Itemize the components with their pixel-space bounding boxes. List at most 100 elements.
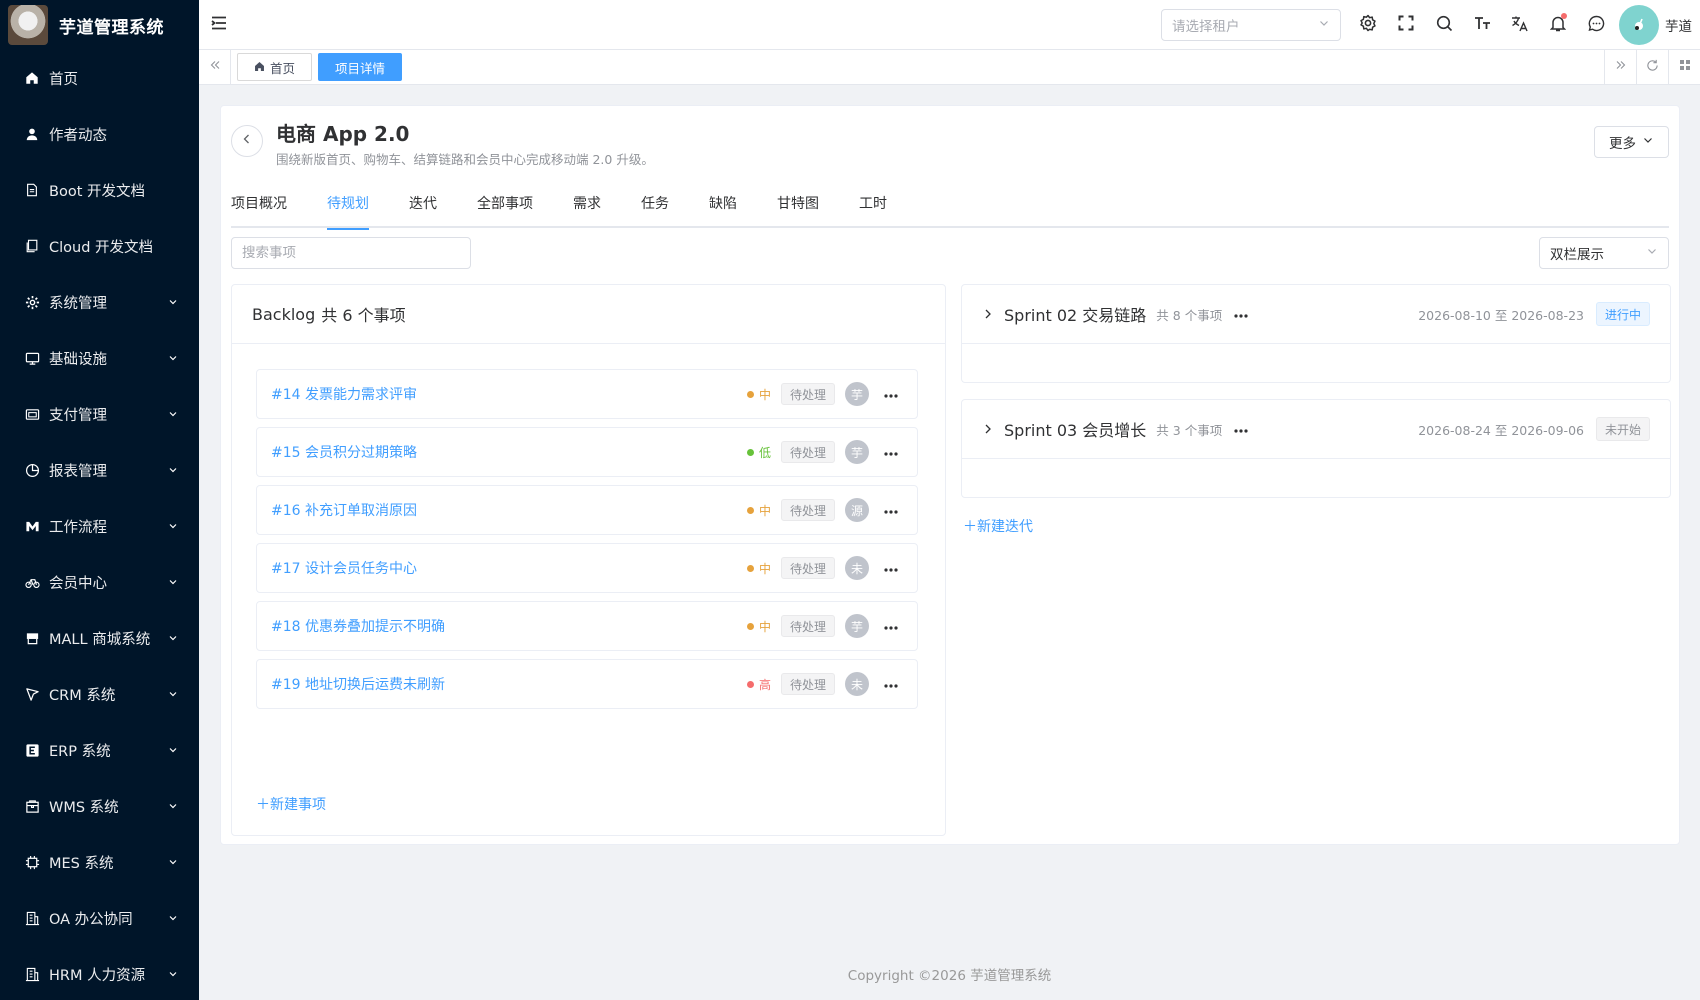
priority-dot <box>746 448 754 456</box>
priority-label: 中 <box>758 619 771 634</box>
tenant-select[interactable]: 请选择租户 <box>1161 9 1341 41</box>
sidebar-item-erp[interactable]: ERP 系统 <box>0 722 199 778</box>
more-actions-button[interactable] <box>879 676 903 692</box>
tab-defects[interactable]: 缺陷 <box>709 180 737 228</box>
user-menu[interactable]: 芋道 <box>1619 5 1692 45</box>
tab-iterations[interactable]: 迭代 <box>409 180 437 228</box>
tag-project-detail[interactable]: 项目详情 <box>318 53 403 81</box>
sprint-header[interactable]: Sprint 03 会员增长 共 3 个事项 2026-08-24 至 2026… <box>962 400 1670 459</box>
avatar <box>1619 5 1659 45</box>
tab-requirements[interactable]: 需求 <box>573 180 601 228</box>
sprint-dates: 2026-08-10 至 2026-08-23 <box>1418 307 1584 323</box>
project-detail-card: 电商 App 2.0 围绕新版首页、购物车、结算链路和会员中心完成移动端 2.0… <box>220 105 1680 845</box>
translate-icon <box>1511 15 1529 36</box>
priority-dot <box>746 390 754 398</box>
refresh-button[interactable] <box>1636 50 1668 84</box>
issue-title-link[interactable]: #16 补充订单取消原因 <box>271 500 747 520</box>
sidebar-item-pay[interactable]: 支付管理 <box>0 386 199 442</box>
sidebar-item-boot-docs[interactable]: Boot 开发文档 <box>0 162 199 218</box>
list-item[interactable]: #14 发票能力需求评审 中 待处理 芋 <box>256 369 918 419</box>
office-icon <box>24 910 40 926</box>
chevron-down-icon <box>167 408 179 420</box>
message-button[interactable] <box>1577 0 1615 50</box>
tab-gantt[interactable]: 甘特图 <box>777 180 819 228</box>
chevron-right-icon[interactable] <box>982 308 994 320</box>
sprint-more-button[interactable] <box>1234 306 1248 322</box>
chevron-down-icon <box>167 912 179 924</box>
status-badge: 待处理 <box>780 499 835 521</box>
issue-title-link[interactable]: #17 设计会员任务中心 <box>271 558 747 578</box>
list-item[interactable]: #15 会员积分过期策略 低 待处理 芋 <box>256 427 918 477</box>
sprint-title: Sprint 02 交易链路 <box>1004 306 1147 325</box>
sidebar-item-oa[interactable]: OA 办公协同 <box>0 890 199 946</box>
chevron-left-icon <box>241 133 253 149</box>
tab-tasks[interactable]: 任务 <box>641 180 669 228</box>
ellipsis-icon <box>884 618 898 634</box>
list-item[interactable]: #19 地址切换后运费未刷新 高 待处理 未 <box>256 659 918 709</box>
tab-worklog[interactable]: 工时 <box>859 180 887 228</box>
wallet-icon <box>24 406 40 422</box>
menu-toggle-button[interactable] <box>199 0 239 50</box>
view-mode-value: 双栏展示 <box>1550 247 1604 263</box>
sidebar-item-cloud-docs[interactable]: Cloud 开发文档 <box>0 218 199 274</box>
tab-overview[interactable]: 项目概况 <box>231 180 287 228</box>
tags-menu-button[interactable] <box>1668 50 1700 84</box>
sidebar-item-crm[interactable]: CRM 系统 <box>0 666 199 722</box>
issue-title-link[interactable]: #19 地址切换后运费未刷新 <box>271 674 747 694</box>
notification-button[interactable] <box>1539 0 1577 50</box>
notification-badge <box>1561 13 1567 19</box>
sidebar-item-label: 作者动态 <box>49 127 107 144</box>
view-mode-select[interactable]: 双栏展示 <box>1539 237 1669 269</box>
tag-home[interactable]: 首页 <box>237 53 313 81</box>
font-size-button[interactable] <box>1463 0 1501 50</box>
sidebar-item-wms[interactable]: WMS 系统 <box>0 778 199 834</box>
more-actions-button[interactable] <box>879 502 903 518</box>
new-sprint-button[interactable]: ＋新建迭代 <box>963 516 1033 536</box>
tab-all-items[interactable]: 全部事项 <box>477 180 533 228</box>
back-button[interactable] <box>231 125 263 157</box>
sidebar: 芋道管理系统 首页 作者动态 Boot 开发文档 Cloud 开发文档 系统管理… <box>0 0 199 1000</box>
sidebar-item-system[interactable]: 系统管理 <box>0 274 199 330</box>
sidebar-item-hrm[interactable]: HRM 人力资源 <box>0 946 199 1000</box>
list-item[interactable]: #18 优惠券叠加提示不明确 中 待处理 芋 <box>256 601 918 651</box>
search-button[interactable] <box>1425 0 1463 50</box>
issue-title-link[interactable]: #18 优惠券叠加提示不明确 <box>271 616 747 636</box>
ellipsis-icon <box>884 444 898 460</box>
more-actions-button[interactable] <box>879 560 903 576</box>
more-actions-button[interactable] <box>879 444 903 460</box>
user-name: 芋道 <box>1665 19 1692 35</box>
tags-scroll-left-button[interactable] <box>199 50 231 84</box>
more-actions-button[interactable] <box>879 386 903 402</box>
list-item[interactable]: #17 设计会员任务中心 中 待处理 未 <box>256 543 918 593</box>
sprint-header[interactable]: Sprint 02 交易链路 共 8 个事项 2026-08-10 至 2026… <box>962 285 1670 344</box>
search-input[interactable] <box>231 237 471 269</box>
issue-title-link[interactable]: #15 会员积分过期策略 <box>271 442 747 462</box>
language-button[interactable] <box>1501 0 1539 50</box>
assignee-avatar: 源 <box>845 498 869 522</box>
tab-backlog[interactable]: 待规划 <box>327 180 369 230</box>
tags-scroll-right-button[interactable] <box>1604 50 1636 84</box>
sidebar-item-author-news[interactable]: 作者动态 <box>0 106 199 162</box>
sidebar-item-mall[interactable]: MALL 商城系统 <box>0 610 199 666</box>
sidebar-item-report[interactable]: 报表管理 <box>0 442 199 498</box>
fullscreen-button[interactable] <box>1387 0 1425 50</box>
settings-button[interactable] <box>1349 0 1387 50</box>
sidebar-item-workflow[interactable]: 工作流程 <box>0 498 199 554</box>
sprint-more-button[interactable] <box>1234 421 1248 437</box>
list-item[interactable]: #16 补充订单取消原因 中 待处理 源 <box>256 485 918 535</box>
issue-title-link[interactable]: #14 发票能力需求评审 <box>271 384 747 404</box>
new-issue-button[interactable]: ＋新建事项 <box>256 794 326 814</box>
sidebar-item-mes[interactable]: MES 系统 <box>0 834 199 890</box>
tenant-select-placeholder: 请选择租户 <box>1172 19 1240 35</box>
more-actions-button[interactable] <box>879 618 903 634</box>
chevron-right-icon[interactable] <box>982 423 994 435</box>
chat-bubble-icon <box>1588 15 1605 36</box>
hamburger-icon <box>211 16 227 34</box>
more-button[interactable]: 更多 <box>1594 126 1669 158</box>
tags-view-bar: 首页 项目详情 <box>199 50 1700 85</box>
logo[interactable]: 芋道管理系统 <box>0 0 199 50</box>
sidebar-item-label: MALL 商城系统 <box>49 631 151 648</box>
sidebar-item-home[interactable]: 首页 <box>0 50 199 106</box>
sidebar-item-infra[interactable]: 基础设施 <box>0 330 199 386</box>
sidebar-item-member[interactable]: 会员中心 <box>0 554 199 610</box>
